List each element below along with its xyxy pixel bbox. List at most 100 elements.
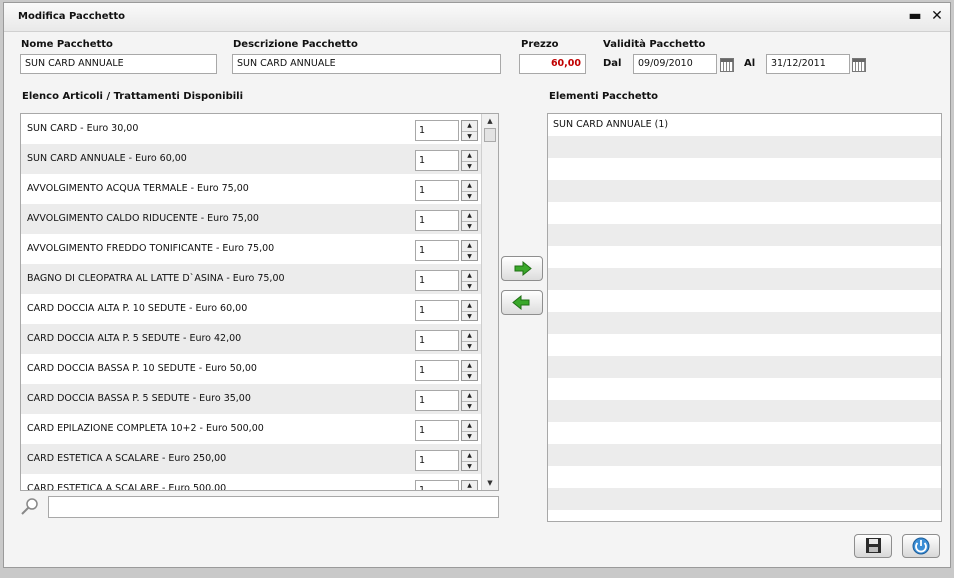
quantity-input[interactable]: 1 — [415, 420, 459, 441]
quantity-stepper[interactable]: ▲▼ — [461, 450, 478, 471]
list-item-label: AVVOLGIMENTO CALDO RIDUCENTE - Euro 75,0… — [27, 213, 259, 224]
search-icon — [21, 498, 38, 515]
quantity-stepper[interactable]: ▲▼ — [461, 270, 478, 291]
list-item[interactable]: CARD DOCCIA BASSA P. 10 SEDUTE - Euro 50… — [21, 354, 498, 384]
package-row — [548, 488, 941, 510]
stepper-down-icon[interactable]: ▼ — [462, 432, 477, 442]
search-input[interactable] — [48, 496, 499, 518]
stepper-down-icon[interactable]: ▼ — [462, 252, 477, 262]
list-item[interactable]: CARD DOCCIA ALTA P. 10 SEDUTE - Euro 60,… — [21, 294, 498, 324]
quantity-input[interactable]: 1 — [415, 450, 459, 471]
list-item-label: BAGNO DI CLEOPATRA AL LATTE D`ASINA - Eu… — [27, 273, 285, 284]
stepper-down-icon[interactable]: ▼ — [462, 342, 477, 352]
stepper-up-icon[interactable]: ▲ — [462, 451, 477, 462]
package-row — [548, 378, 941, 400]
quantity-input[interactable]: 1 — [415, 360, 459, 381]
stepper-up-icon[interactable]: ▲ — [462, 151, 477, 162]
list-item-label: CARD EPILAZIONE COMPLETA 10+2 - Euro 500… — [27, 423, 264, 434]
list-item[interactable]: AVVOLGIMENTO ACQUA TERMALE - Euro 75,00 1… — [21, 174, 498, 204]
package-row — [548, 466, 941, 488]
stepper-down-icon[interactable]: ▼ — [462, 282, 477, 292]
stepper-down-icon[interactable]: ▼ — [462, 132, 477, 142]
quantity-input[interactable]: 1 — [415, 330, 459, 351]
stepper-down-icon[interactable]: ▼ — [462, 402, 477, 412]
quantity-input[interactable]: 1 — [415, 120, 459, 141]
dal-date-field[interactable]: 09/09/2010 — [633, 54, 717, 74]
quantity-stepper[interactable]: ▲▼ — [461, 210, 478, 231]
package-row — [548, 158, 941, 180]
quantity-stepper[interactable]: ▲▼ — [461, 330, 478, 351]
stepper-up-icon[interactable]: ▲ — [462, 121, 477, 132]
remove-from-package-button[interactable] — [501, 290, 543, 315]
quantity-stepper[interactable]: ▲▼ — [461, 240, 478, 261]
scroll-up-arrow-icon[interactable]: ▲ — [482, 114, 498, 128]
quantity-stepper[interactable]: ▲▼ — [461, 480, 478, 490]
stepper-down-icon[interactable]: ▼ — [462, 312, 477, 322]
stepper-up-icon[interactable]: ▲ — [462, 211, 477, 222]
prezzo-field[interactable]: 60,00 — [519, 54, 586, 74]
stepper-down-icon[interactable]: ▼ — [462, 192, 477, 202]
descrizione-pacchetto-field[interactable]: SUN CARD ANNUALE — [232, 54, 501, 74]
quantity-stepper[interactable]: ▲▼ — [461, 180, 478, 201]
quantity-input[interactable]: 1 — [415, 300, 459, 321]
quantity-input[interactable]: 1 — [415, 390, 459, 411]
package-row — [548, 224, 941, 246]
stepper-up-icon[interactable]: ▲ — [462, 241, 477, 252]
quantity-input[interactable]: 1 — [415, 480, 459, 490]
stepper-up-icon[interactable]: ▲ — [462, 301, 477, 312]
scroll-thumb[interactable] — [484, 128, 496, 142]
stepper-up-icon[interactable]: ▲ — [462, 421, 477, 432]
package-row — [548, 444, 941, 466]
package-row — [548, 136, 941, 158]
quantity-stepper[interactable]: ▲▼ — [461, 390, 478, 411]
stepper-up-icon[interactable]: ▲ — [462, 331, 477, 342]
list-item[interactable]: CARD ESTETICA A SCALARE - Euro 250,00 1 ▲ ▼ — [21, 444, 498, 474]
stepper-up-icon[interactable]: ▲ — [462, 361, 477, 372]
stepper-down-icon[interactable]: ▼ — [462, 462, 477, 472]
stepper-down-icon[interactable]: ▼ — [462, 372, 477, 382]
list-item[interactable]: CARD DOCCIA BASSA P. 5 SEDUTE - Euro 35,… — [21, 384, 498, 414]
stepper-up-icon[interactable]: ▲ — [462, 391, 477, 402]
stepper-up-icon[interactable]: ▲ — [462, 181, 477, 192]
stepper-down-icon[interactable]: ▼ — [462, 222, 477, 232]
list-item[interactable]: SUN CARD - Euro 30,00 1 ▲ ▼ — [21, 114, 498, 144]
quantity-input[interactable]: 1 — [415, 180, 459, 201]
scroll-down-arrow-icon[interactable]: ▼ — [482, 476, 498, 490]
minimize-button[interactable]: ▬ — [908, 8, 922, 24]
quantity-stepper[interactable]: ▲▼ — [461, 420, 478, 441]
save-button[interactable] — [854, 534, 892, 558]
close-button[interactable]: ✕ — [930, 8, 944, 24]
quantity-stepper[interactable]: ▲▼ — [461, 300, 478, 321]
list-item-label: AVVOLGIMENTO FREDDO TONIFICANTE - Euro 7… — [27, 243, 275, 254]
quantity-stepper[interactable]: ▲▼ — [461, 150, 478, 171]
stepper-up-icon[interactable]: ▲ — [462, 481, 477, 490]
available-scrollbar[interactable]: ▲ ▼ — [481, 114, 498, 490]
list-item[interactable]: CARD EPILAZIONE COMPLETA 10+2 - Euro 500… — [21, 414, 498, 444]
package-row[interactable]: SUN CARD ANNUALE (1) — [548, 114, 941, 136]
list-item[interactable]: CARD DOCCIA ALTA P. 5 SEDUTE - Euro 42,0… — [21, 324, 498, 354]
quantity-input[interactable]: 1 — [415, 210, 459, 231]
list-item[interactable]: AVVOLGIMENTO FREDDO TONIFICANTE - Euro 7… — [21, 234, 498, 264]
exit-button[interactable] — [902, 534, 940, 558]
package-row — [548, 202, 941, 224]
al-date-field[interactable]: 31/12/2011 — [766, 54, 850, 74]
available-list-header: Elenco Articoli / Trattamenti Disponibil… — [22, 91, 244, 102]
nome-pacchetto-field[interactable]: SUN CARD ANNUALE — [20, 54, 217, 74]
list-item[interactable]: AVVOLGIMENTO CALDO RIDUCENTE - Euro 75,0… — [21, 204, 498, 234]
floppy-disk-icon — [866, 538, 881, 553]
al-calendar-icon[interactable] — [852, 58, 866, 72]
quantity-stepper[interactable]: ▲▼ — [461, 120, 478, 141]
package-row — [548, 312, 941, 334]
add-to-package-button[interactable] — [501, 256, 543, 281]
stepper-up-icon[interactable]: ▲ — [462, 271, 477, 282]
quantity-input[interactable]: 1 — [415, 270, 459, 291]
list-item[interactable]: CARD ESTETICA A SCALARE - Euro 500,001▲▼ — [21, 474, 498, 491]
quantity-input[interactable]: 1 — [415, 150, 459, 171]
quantity-input[interactable]: 1 — [415, 240, 459, 261]
quantity-stepper[interactable]: ▲▼ — [461, 360, 478, 381]
list-item[interactable]: BAGNO DI CLEOPATRA AL LATTE D`ASINA - Eu… — [21, 264, 498, 294]
stepper-down-icon[interactable]: ▼ — [462, 162, 477, 172]
list-item[interactable]: SUN CARD ANNUALE - Euro 60,00 1 ▲ ▼ — [21, 144, 498, 174]
list-item-label: CARD ESTETICA A SCALARE - Euro 500,00 — [27, 483, 227, 491]
dal-calendar-icon[interactable] — [720, 58, 734, 72]
